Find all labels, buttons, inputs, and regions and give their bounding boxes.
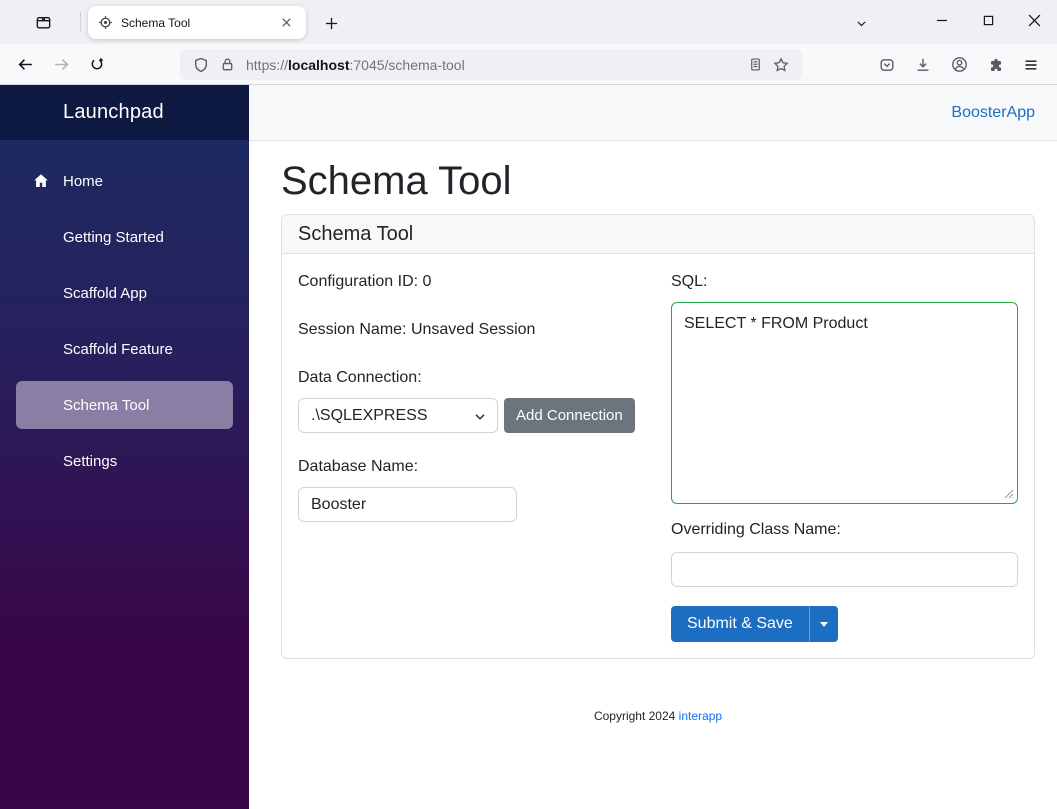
sidebar-title: Launchpad — [63, 101, 164, 123]
sidebar-item-label: Schema Tool — [63, 396, 150, 414]
list-all-tabs-button[interactable] — [848, 10, 874, 36]
copyright-text: Copyright 2024 — [593, 709, 676, 723]
sidebar-item-label: Settings — [63, 452, 118, 470]
extensions-puzzle-icon[interactable] — [979, 49, 1011, 80]
sidebar: Launchpad Home Getting Started Scaffold … — [0, 85, 249, 809]
submit-save-split-button: Submit & Save — [671, 606, 1018, 642]
menu-hamburger-icon[interactable] — [1015, 49, 1047, 80]
downloads-icon[interactable] — [907, 49, 939, 80]
database-name-input[interactable] — [298, 487, 517, 522]
sql-textarea[interactable]: SELECT * FROM Product — [671, 302, 1018, 504]
minimize-button[interactable] — [919, 0, 965, 40]
bookmark-star-icon[interactable] — [768, 52, 794, 78]
add-connection-button[interactable]: Add Connection — [504, 398, 635, 433]
interapp-link[interactable]: interapp — [679, 709, 722, 723]
data-connection-selected-value: .\SQLEXPRESS — [311, 406, 428, 424]
browser-toolbar: https://localhost:7045/schema-tool — [0, 44, 1057, 85]
sidebar-header: Launchpad — [0, 85, 249, 140]
close-window-button[interactable] — [1011, 0, 1057, 40]
session-name-text: Session Name: Unsaved Session — [298, 321, 536, 338]
sidebar-item-schema-tool[interactable]: Schema Tool — [16, 381, 233, 429]
url-path: :7045/schema-tool — [349, 56, 465, 73]
card-body: Configuration ID: 0 Session Name: Unsave… — [282, 254, 1034, 658]
card-right-column: SQL: SELECT * FROM Product Overriding Cl… — [671, 270, 1018, 642]
back-button[interactable] — [10, 49, 40, 79]
configuration-id-text: Configuration ID: 0 — [298, 273, 432, 290]
main-area: BoosterApp Schema Tool Schema Tool Confi… — [249, 85, 1057, 809]
window-controls — [919, 0, 1057, 40]
browser-tab-bar: Schema Tool — [0, 0, 1057, 44]
page-title: Schema Tool — [281, 159, 512, 203]
address-bar[interactable]: https://localhost:7045/schema-tool — [180, 49, 802, 80]
top-navbar: BoosterApp — [249, 85, 1057, 141]
card-header: Schema Tool — [282, 215, 1034, 254]
caret-down-icon — [819, 621, 828, 627]
browser-tab-active[interactable]: Schema Tool — [88, 6, 306, 39]
database-name-label: Database Name: — [298, 458, 419, 475]
sidebar-item-home[interactable]: Home — [16, 157, 233, 205]
overriding-class-input[interactable] — [671, 552, 1018, 587]
lock-icon[interactable] — [214, 52, 240, 78]
web-content: Launchpad Home Getting Started Scaffold … — [0, 85, 1057, 809]
sidebar-item-label: Scaffold App — [63, 284, 147, 302]
sidebar-item-label: Getting Started — [63, 228, 164, 246]
sidebar-item-scaffold-app[interactable]: Scaffold App — [16, 269, 233, 317]
sql-field-wrapper: SELECT * FROM Product — [671, 302, 1018, 504]
sidebar-item-scaffold-feature[interactable]: Scaffold Feature — [16, 325, 233, 373]
sql-label: SQL: — [671, 273, 708, 290]
sidebar-item-label: Home — [63, 172, 104, 190]
sidebar-item-label: Scaffold Feature — [63, 340, 173, 358]
tab-close-icon[interactable] — [276, 13, 296, 33]
new-tab-button[interactable] — [318, 10, 344, 36]
tracking-shield-icon[interactable] — [188, 52, 214, 78]
reader-view-icon[interactable] — [742, 52, 768, 78]
tab-favicon-target-icon — [98, 15, 113, 30]
data-connection-row: .\SQLEXPRESS Add Connection — [298, 398, 654, 433]
data-connection-select[interactable]: .\SQLEXPRESS — [298, 398, 498, 433]
tab-separator — [80, 12, 81, 32]
page-footer: Copyright 2024 interapp — [281, 709, 1035, 723]
url-text[interactable]: https://localhost:7045/schema-tool — [246, 57, 742, 73]
overriding-class-label: Overriding Class Name: — [671, 521, 841, 538]
page-body: Schema Tool Schema Tool Configuration ID… — [249, 141, 1057, 723]
chevron-down-icon — [855, 17, 868, 30]
schema-tool-card: Schema Tool Configuration ID: 0 Session … — [281, 214, 1035, 659]
tab-title: Schema Tool — [121, 15, 191, 30]
sidebar-item-getting-started[interactable]: Getting Started — [16, 213, 233, 261]
submit-save-dropdown-toggle[interactable] — [808, 606, 838, 642]
home-icon — [33, 173, 49, 189]
reload-button[interactable] — [82, 49, 112, 79]
pocket-icon[interactable] — [871, 49, 903, 80]
firefox-view-button[interactable] — [28, 8, 58, 36]
url-host: localhost — [288, 56, 350, 73]
boosterapp-link[interactable]: BoosterApp — [951, 104, 1035, 122]
forward-button[interactable] — [46, 49, 76, 79]
browser-window: Schema Tool https://localhost:7045/schem… — [0, 0, 1057, 809]
select-chevron-down-icon — [473, 410, 487, 424]
data-connection-label: Data Connection: — [298, 369, 422, 386]
submit-save-button[interactable]: Submit & Save — [671, 606, 809, 642]
sidebar-nav: Home Getting Started Scaffold App Scaffo… — [0, 140, 249, 485]
toolbar-extensions-area — [867, 49, 1047, 80]
account-icon[interactable] — [943, 49, 975, 80]
firefox-view-icon — [35, 14, 52, 31]
url-scheme: https:// — [246, 56, 289, 73]
card-left-column: Configuration ID: 0 Session Name: Unsave… — [298, 270, 654, 642]
maximize-button[interactable] — [965, 0, 1011, 40]
sidebar-item-settings[interactable]: Settings — [16, 437, 233, 485]
